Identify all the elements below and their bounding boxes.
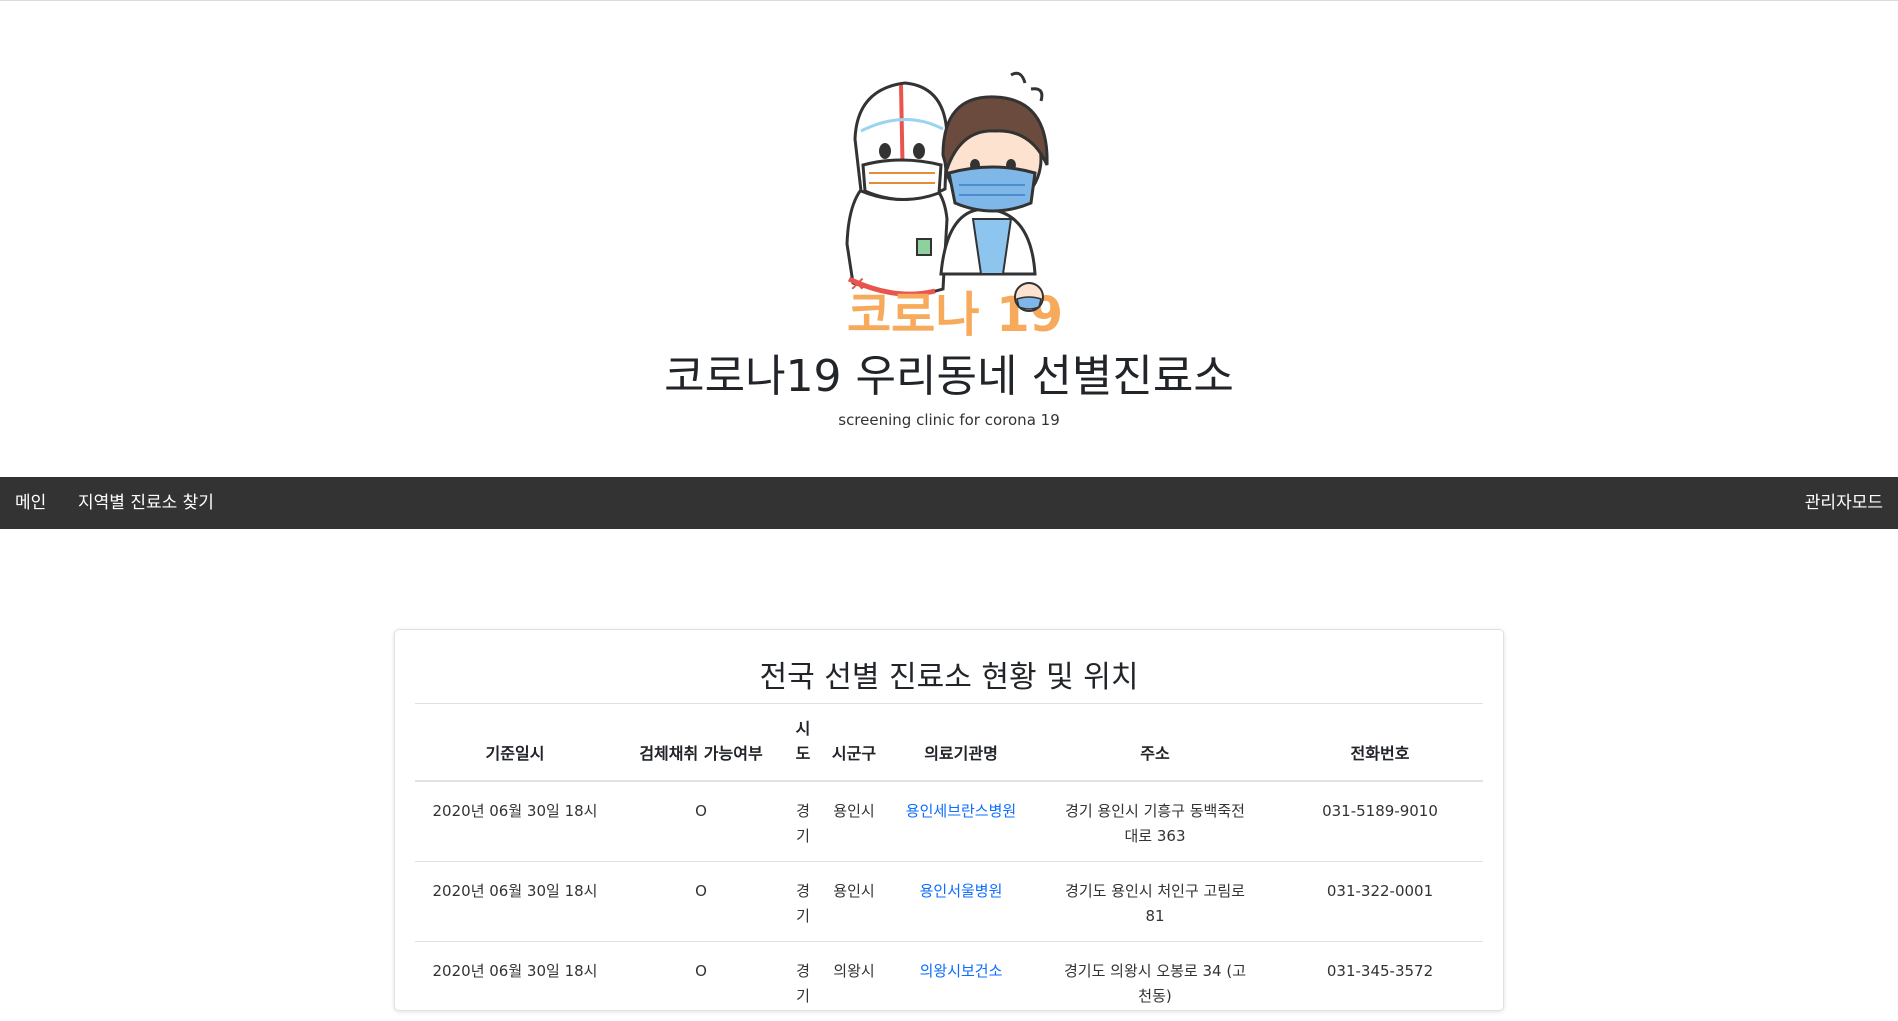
table-row: 2020년 06월 30일 18시 O 경기 용인시 용인세브란스병원 경기 용… bbox=[415, 781, 1483, 862]
cell-phone: 031-5189-9010 bbox=[1277, 781, 1483, 862]
institution-link[interactable]: 의왕시보건소 bbox=[920, 962, 1003, 980]
cell-sido: 경기 bbox=[787, 781, 819, 862]
cell-testing: O bbox=[615, 942, 787, 1021]
cell-date: 2020년 06월 30일 18시 bbox=[415, 781, 615, 862]
site-subtitle: screening clinic for corona 19 bbox=[0, 410, 1898, 430]
cell-testing: O bbox=[615, 862, 787, 942]
cell-sido: 경기 bbox=[787, 862, 819, 942]
clinic-list-card: 전국 선별 진료소 현황 및 위치 기준일시 검체채취 가능여부 시도 시군구 … bbox=[394, 629, 1504, 1011]
cell-sido: 경기 bbox=[787, 942, 819, 1021]
nav-main-link[interactable]: 메인 bbox=[15, 477, 46, 529]
nav-region-search-link[interactable]: 지역별 진료소 찾기 bbox=[78, 477, 214, 529]
cell-date: 2020년 06월 30일 18시 bbox=[415, 862, 615, 942]
cell-testing: O bbox=[615, 781, 787, 862]
table-row: 2020년 06월 30일 18시 O 경기 용인시 용인서울병원 경기도 용인… bbox=[415, 862, 1483, 942]
site-title: 코로나19 우리동네 선별진료소 bbox=[0, 349, 1898, 405]
cell-institution: 용인세브란스병원 bbox=[889, 781, 1033, 862]
institution-link[interactable]: 용인서울병원 bbox=[920, 882, 1003, 900]
cell-phone: 031-345-3572 bbox=[1277, 942, 1483, 1021]
header-phone: 전화번호 bbox=[1277, 704, 1483, 781]
header-sido: 시도 bbox=[787, 704, 819, 781]
card-title: 전국 선별 진료소 현황 및 위치 bbox=[415, 658, 1483, 698]
corona-mascot-logo: 코로나 19 ✕ bbox=[835, 69, 1075, 339]
header-date: 기준일시 bbox=[415, 704, 615, 781]
nav-admin-mode-link[interactable]: 관리자모드 bbox=[1805, 477, 1883, 529]
cell-date: 2020년 06월 30일 18시 bbox=[415, 942, 615, 1021]
cell-institution: 의왕시보건소 bbox=[889, 942, 1033, 1021]
cell-sigungu: 용인시 bbox=[819, 781, 889, 862]
page-header: 코로나 19 ✕ 코로나19 우리동네 선별진료소 screening clin… bbox=[0, 1, 1898, 477]
cell-address: 경기도 의왕시 오봉로 34 (고천동) bbox=[1033, 942, 1277, 1021]
cell-sigungu: 의왕시 bbox=[819, 942, 889, 1021]
cell-institution: 용인서울병원 bbox=[889, 862, 1033, 942]
table-header-row: 기준일시 검체채취 가능여부 시도 시군구 의료기관명 주소 전화번호 bbox=[415, 704, 1483, 781]
clinic-table: 기준일시 검체채취 가능여부 시도 시군구 의료기관명 주소 전화번호 2020… bbox=[415, 704, 1483, 1021]
cell-phone: 031-322-0001 bbox=[1277, 862, 1483, 942]
cell-address: 경기 용인시 기흥구 동백죽전대로 363 bbox=[1033, 781, 1277, 862]
institution-link[interactable]: 용인세브란스병원 bbox=[906, 802, 1016, 820]
cell-address: 경기도 용인시 처인구 고림로 81 bbox=[1033, 862, 1277, 942]
header-institution: 의료기관명 bbox=[889, 704, 1033, 781]
main-navbar: 메인 지역별 진료소 찾기 관리자모드 bbox=[0, 477, 1898, 529]
table-row: 2020년 06월 30일 18시 O 경기 의왕시 의왕시보건소 경기도 의왕… bbox=[415, 942, 1483, 1021]
header-address: 주소 bbox=[1033, 704, 1277, 781]
header-testing: 검체채취 가능여부 bbox=[615, 704, 787, 781]
cell-sigungu: 용인시 bbox=[819, 862, 889, 942]
header-sigungu: 시군구 bbox=[819, 704, 889, 781]
svg-text:✕: ✕ bbox=[849, 272, 866, 296]
